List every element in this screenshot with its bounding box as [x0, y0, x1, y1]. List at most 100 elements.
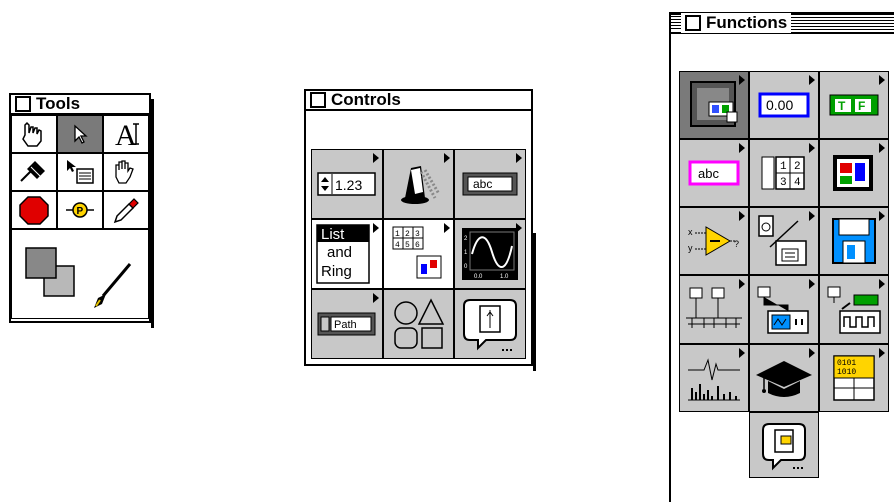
set-color-tool[interactable] — [11, 229, 149, 319]
boolean-t: T — [838, 99, 846, 113]
string-table-subpalette[interactable]: abc — [454, 149, 526, 219]
eyedropper-icon — [113, 198, 139, 224]
boolean-subpalette[interactable] — [383, 149, 454, 219]
list-label: List — [321, 226, 345, 243]
string-control-icon: abc — [462, 172, 518, 196]
time-dialog-icon — [758, 215, 807, 266]
probe-icon: P — [66, 202, 94, 218]
functions-title: Functions — [706, 13, 788, 32]
get-color-tool[interactable] — [103, 191, 149, 229]
comparison-icon: x y ? — [688, 226, 739, 256]
scroll-window-tool[interactable] — [103, 153, 149, 191]
shortcut-menu-icon — [67, 160, 94, 184]
data-acquisition-subpalette[interactable] — [679, 275, 749, 344]
cluster-constant-icon — [833, 155, 873, 191]
string-value: abc — [473, 177, 492, 191]
array-cell-2: 2 — [794, 161, 801, 173]
and-label: and — [327, 244, 352, 261]
structures-subpalette[interactable] — [679, 71, 749, 139]
functions-numeric-value: 0.00 — [766, 97, 793, 113]
grab-hand-icon — [115, 160, 134, 184]
tutorial-subpalette[interactable] — [749, 344, 819, 412]
bits-row-1: 0101 — [837, 359, 856, 368]
functions-grid: 0.00 T F abc 1 2 3 4 x y ? 0101 1010 — [679, 71, 889, 491]
select-vi-subpalette[interactable] — [749, 412, 819, 478]
controls-grid: 1.23 abc List and Ring 1 2 3 4 5 6 2 1 0… — [311, 149, 526, 359]
time-dialog-subpalette[interactable] — [749, 207, 819, 275]
text-a-icon: A — [115, 119, 139, 150]
cluster-functions-subpalette[interactable] — [819, 139, 889, 207]
set-clear-breakpoint-tool[interactable] — [11, 191, 57, 229]
advanced-subpalette[interactable]: 0101 1010 — [819, 344, 889, 412]
path-refnum-subpalette[interactable]: Path — [311, 289, 383, 359]
connect-wire-tool[interactable] — [11, 153, 57, 191]
array-functions-subpalette[interactable]: 1 2 3 4 — [749, 139, 819, 207]
functions-string-value: abc — [698, 166, 719, 181]
empty-cell-left — [679, 412, 749, 478]
numeric-functions-subpalette[interactable]: 0.00 — [749, 71, 819, 139]
functions-close-box[interactable] — [685, 15, 701, 31]
array-digit-3: 3 — [415, 230, 420, 239]
signal-analysis-subpalette[interactable] — [679, 344, 749, 412]
instrument-io-icon — [757, 286, 809, 334]
path-control-icon: Path — [317, 312, 376, 336]
functions-titlebar[interactable]: Functions — [671, 13, 894, 34]
tools-grid: A P — [11, 115, 149, 321]
functions-palette: Functions 0.00 T F abc 1 2 3 4 x y ? 010… — [669, 12, 894, 502]
decorations-subpalette[interactable] — [383, 289, 454, 359]
ring-label: Ring — [321, 263, 352, 280]
array-digit-2: 2 — [405, 230, 410, 239]
compare-y: y — [688, 243, 693, 253]
array-cell-4: 4 — [794, 177, 801, 189]
controls-shadow — [533, 233, 536, 371]
boolean-functions-subpalette[interactable]: T F — [819, 71, 889, 139]
compare-q: ? — [734, 239, 739, 249]
array-digit-6: 6 — [415, 241, 420, 250]
string-constant-icon: abc — [688, 160, 740, 186]
wire-spool-icon — [20, 161, 45, 182]
string-functions-subpalette[interactable]: abc — [679, 139, 749, 207]
probe-data-tool[interactable]: P — [57, 191, 103, 229]
comparison-subpalette[interactable]: x y ? — [679, 207, 749, 275]
graduation-cap-icon — [756, 361, 812, 397]
array-cluster-subpalette[interactable]: 1 2 3 4 5 6 — [383, 219, 454, 289]
tools-palette: Tools A P — [9, 93, 154, 328]
controls-palette: Controls 1.23 abc List and Ring 1 2 3 4 … — [304, 89, 536, 371]
tools-titlebar[interactable]: Tools — [11, 94, 149, 115]
operate-value-tool[interactable] — [11, 115, 57, 153]
pointing-hand-icon — [22, 121, 42, 147]
select-control-icon — [463, 299, 517, 351]
edit-text-tool[interactable]: A — [103, 115, 149, 153]
analysis-subpalette[interactable] — [819, 275, 889, 344]
position-size-select-tool[interactable] — [57, 115, 103, 153]
graph-x-1: 1.0 — [500, 274, 509, 280]
controls-close-box[interactable] — [310, 92, 326, 108]
array-digit-4: 4 — [395, 241, 400, 250]
compare-x: x — [688, 227, 693, 237]
bits-table-icon: 0101 1010 — [833, 355, 875, 401]
color-brush-icon — [25, 247, 132, 308]
structures-icon — [690, 81, 738, 127]
select-vi-icon — [762, 423, 806, 471]
spectrum-icon — [688, 358, 740, 401]
select-control-subpalette[interactable] — [454, 289, 526, 359]
waveform-graph-icon: 2 1 0 0.0 1.0 — [462, 228, 518, 280]
graph-subpalette[interactable]: 2 1 0 0.0 1.0 — [454, 219, 526, 289]
list-ring-subpalette[interactable]: List and Ring — [311, 219, 383, 289]
floppy-disk-icon — [832, 218, 876, 264]
tools-close-box[interactable] — [15, 96, 31, 112]
bits-row-2: 1010 — [837, 368, 856, 377]
controls-title: Controls — [331, 90, 401, 109]
path-label: Path — [334, 319, 357, 331]
list-ring-icon: List and Ring — [316, 224, 370, 284]
file-io-subpalette[interactable] — [819, 207, 889, 275]
numeric-subpalette[interactable]: 1.23 — [311, 149, 383, 219]
boolean-constant-icon: T F — [829, 94, 879, 116]
object-shortcut-menu-tool[interactable] — [57, 153, 103, 191]
stop-sign-icon — [19, 196, 49, 225]
boolean-f: F — [858, 99, 865, 113]
controls-titlebar[interactable]: Controls — [306, 90, 531, 111]
instrument-io-subpalette[interactable] — [749, 275, 819, 344]
array-cell-3: 3 — [780, 177, 787, 189]
numeric-value: 1.23 — [335, 177, 362, 193]
